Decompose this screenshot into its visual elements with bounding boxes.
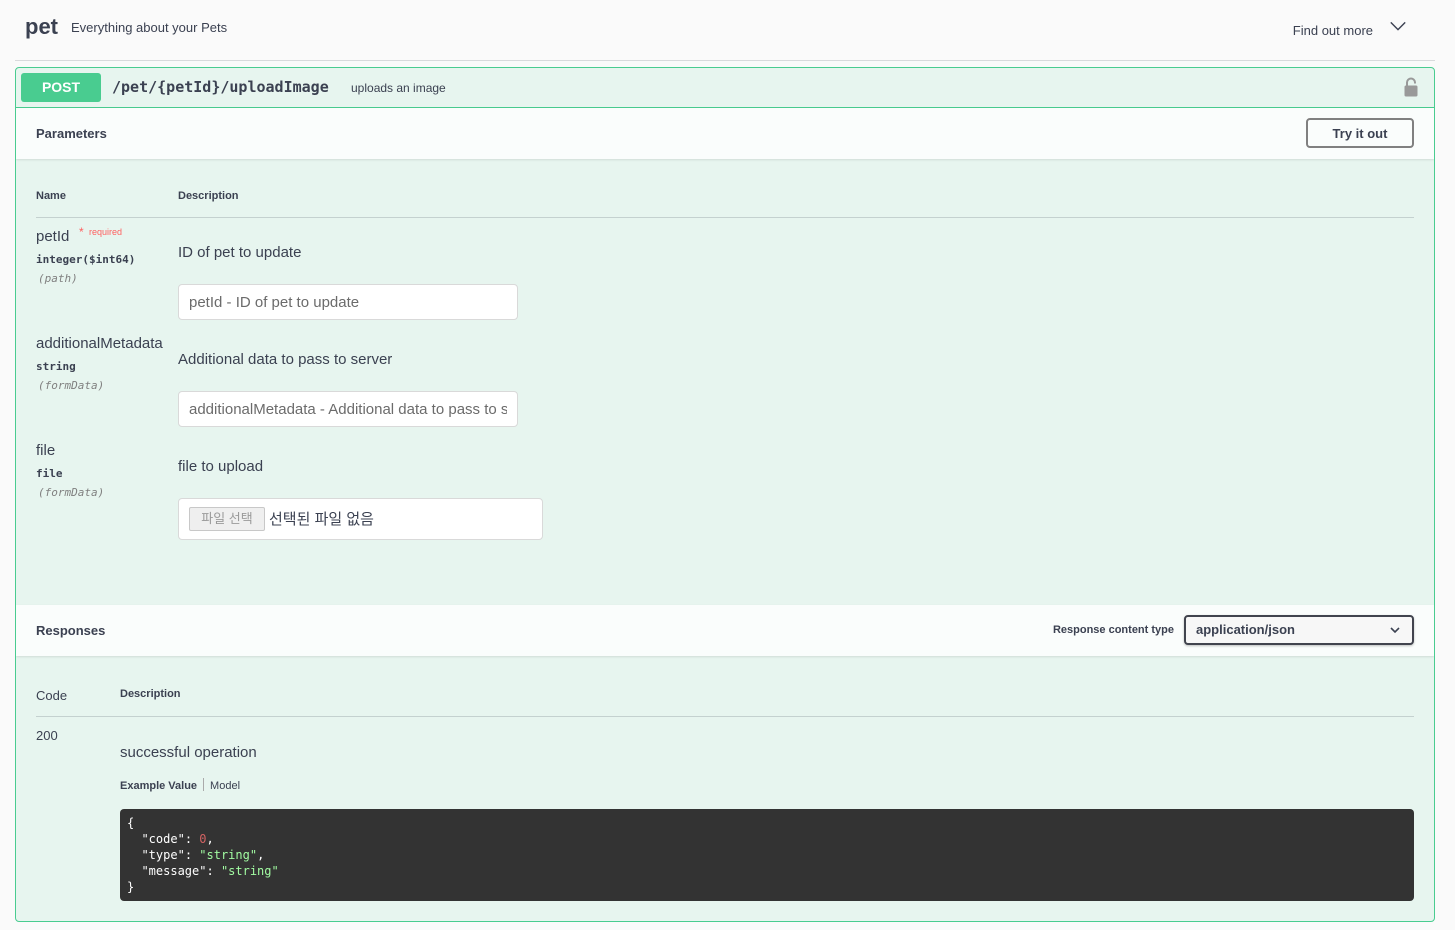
response-content-type-select[interactable]: application/json bbox=[1184, 615, 1414, 645]
parameters-header: Parameters Try it out bbox=[16, 108, 1434, 159]
param-type: file bbox=[36, 467, 63, 480]
responses-title: Responses bbox=[36, 623, 106, 638]
col-description-header: Description bbox=[178, 190, 239, 202]
required-marker: required bbox=[79, 225, 122, 239]
response-code: 200 bbox=[36, 728, 58, 743]
col-name-header: Name bbox=[36, 190, 66, 202]
param-name: additionalMetadata bbox=[36, 335, 163, 352]
response-description: successful operation bbox=[120, 744, 257, 761]
file-status: 선택된 파일 없음 bbox=[269, 511, 374, 528]
tag-description: Everything about your Pets bbox=[71, 20, 228, 35]
response-content-type-label: Response content type bbox=[1052, 624, 1174, 636]
param-name: petId bbox=[36, 228, 70, 245]
example-value-code: { "code": 0, "type": "string", "message"… bbox=[120, 809, 1414, 901]
divider bbox=[36, 217, 1414, 218]
param-location: (path) bbox=[38, 272, 78, 285]
col-response-description-header: Description bbox=[120, 688, 181, 700]
divider bbox=[36, 716, 1414, 717]
col-code-header: Code bbox=[36, 688, 68, 703]
tag-header[interactable]: pet Everything about your Pets Find out … bbox=[15, 0, 1435, 61]
file-input[interactable]: 파일 선택 선택된 파일 없음 bbox=[178, 498, 543, 540]
param-type: integer($int64) bbox=[36, 253, 136, 266]
example-tabs: Example Value Model bbox=[120, 778, 240, 792]
try-it-out-button[interactable]: Try it out bbox=[1306, 118, 1414, 148]
tab-separator bbox=[203, 778, 205, 791]
param-location: (formData) bbox=[38, 379, 105, 392]
param-description: file to upload bbox=[178, 458, 264, 475]
param-name: file bbox=[36, 442, 56, 459]
param-location: (formData) bbox=[38, 486, 105, 499]
response-content-type-value: application/json bbox=[1196, 622, 1295, 637]
choose-file-button[interactable]: 파일 선택 bbox=[189, 507, 265, 531]
param-description: Additional data to pass to server bbox=[178, 351, 393, 368]
additional-metadata-input[interactable] bbox=[178, 391, 518, 427]
tab-example-value[interactable]: Example Value bbox=[120, 780, 197, 792]
operation-path: /pet/{petId}/uploadImage bbox=[112, 78, 329, 96]
operation-summary-text: uploads an image bbox=[351, 81, 446, 95]
petid-input[interactable] bbox=[178, 284, 518, 320]
parameters-title: Parameters bbox=[36, 126, 107, 141]
lock-icon[interactable] bbox=[1404, 77, 1418, 97]
chevron-down-icon[interactable] bbox=[1389, 17, 1407, 35]
find-out-more-link[interactable]: Find out more bbox=[1293, 23, 1373, 38]
tag-name: pet bbox=[25, 14, 58, 39]
param-type: string bbox=[36, 360, 76, 373]
responses-header: Responses Response content type applicat… bbox=[16, 605, 1434, 656]
chevron-down-icon bbox=[1390, 627, 1400, 634]
tab-model[interactable]: Model bbox=[210, 780, 240, 792]
operation-block: POST /pet/{petId}/uploadImage uploads an… bbox=[15, 67, 1435, 922]
operation-summary[interactable]: POST /pet/{petId}/uploadImage uploads an… bbox=[16, 68, 1434, 108]
param-description: ID of pet to update bbox=[178, 244, 302, 261]
method-badge: POST bbox=[21, 73, 101, 102]
